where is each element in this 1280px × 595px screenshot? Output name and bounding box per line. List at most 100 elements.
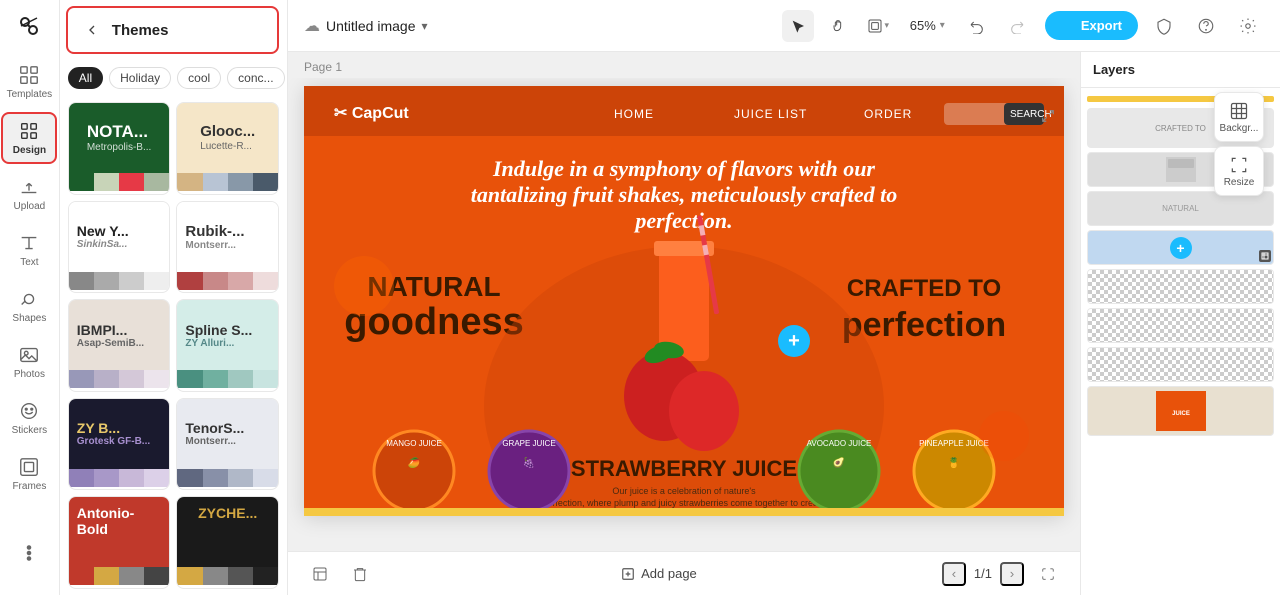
layer-item-3[interactable]: NATURAL bbox=[1087, 191, 1274, 226]
theme-card-glooc[interactable]: Glooc... Lucette-R... bbox=[176, 102, 279, 195]
theme-card-spline[interactable]: Spline S... ZY Alluri... bbox=[176, 299, 279, 392]
sidebar-item-shapes[interactable]: Shapes bbox=[1, 280, 57, 332]
page-navigation: ‹ 1/1 › bbox=[942, 562, 1024, 586]
svg-text:🥭: 🥭 bbox=[408, 456, 421, 469]
svg-text:CRAFTED TO: CRAFTED TO bbox=[847, 275, 1001, 302]
sidebar-label-photos: Photos bbox=[14, 369, 45, 380]
svg-text:JUICE LIST: JUICE LIST bbox=[734, 107, 807, 121]
back-button[interactable] bbox=[80, 18, 104, 42]
frame-tool-btn[interactable]: ▾ bbox=[862, 10, 894, 42]
prev-page-btn[interactable]: ‹ bbox=[942, 562, 966, 586]
svg-text:PINEAPPLE JUICE: PINEAPPLE JUICE bbox=[919, 439, 989, 448]
svg-text:Indulge in a symphony of flavo: Indulge in a symphony of flavors with ou… bbox=[492, 156, 875, 181]
theme-card-ibmpl[interactable]: IBMPI... Asap-SemiB... bbox=[68, 299, 171, 392]
layer-item-7[interactable] bbox=[1087, 347, 1274, 382]
app-logo[interactable] bbox=[11, 8, 47, 44]
shield-icon[interactable] bbox=[1148, 10, 1180, 42]
theme-card-newy[interactable]: New Y... SinkinSa... bbox=[68, 201, 171, 294]
sidebar-item-upload[interactable]: Upload bbox=[1, 168, 57, 220]
filter-all[interactable]: All bbox=[68, 67, 103, 89]
redo-btn[interactable] bbox=[1001, 10, 1033, 42]
layer-item-8[interactable]: JUICE bbox=[1087, 386, 1274, 436]
themes-filters: All Holiday cool conc... ▾ bbox=[60, 60, 287, 96]
svg-text:ORDER: ORDER bbox=[864, 107, 912, 121]
sidebar-item-frames[interactable]: Frames bbox=[1, 448, 57, 500]
add-page-label: Add page bbox=[641, 566, 697, 581]
settings-icon[interactable] bbox=[1232, 10, 1264, 42]
bottom-bar-center: Add page bbox=[388, 562, 930, 585]
topbar-tools: ▾ 65% ▾ bbox=[782, 10, 1033, 42]
fullscreen-icon[interactable] bbox=[1032, 558, 1064, 590]
svg-text:perfection.: perfection. bbox=[633, 208, 732, 233]
svg-text:perfection: perfection bbox=[842, 306, 1006, 344]
page-label: Page 1 bbox=[288, 52, 1080, 78]
background-tool-btn[interactable]: Backgr... bbox=[1214, 92, 1264, 142]
resize-tool-btn[interactable]: Resize bbox=[1214, 146, 1264, 196]
themes-header: Themes bbox=[66, 6, 279, 54]
bottom-bar-left bbox=[304, 558, 376, 590]
theme-card-zy[interactable]: ZY B... Grotesk GF-B... bbox=[68, 398, 171, 491]
help-icon[interactable] bbox=[1190, 10, 1222, 42]
filter-holiday[interactable]: Holiday bbox=[109, 67, 171, 89]
svg-text:AVOCADO JUICE: AVOCADO JUICE bbox=[807, 439, 872, 448]
sidebar-label-shapes: Shapes bbox=[12, 313, 46, 324]
canvas-scroll[interactable]: ✂ CapCut HOME JUICE LIST ORDER SEARCH In… bbox=[288, 78, 1080, 551]
svg-text:STRAWBERRY JUICE: STRAWBERRY JUICE bbox=[571, 456, 797, 481]
svg-text:+: + bbox=[788, 330, 800, 352]
zoom-control[interactable]: 65% ▾ bbox=[902, 14, 953, 37]
bottom-page-icon[interactable] bbox=[304, 558, 336, 590]
title-chevron-icon[interactable]: ▾ bbox=[422, 19, 428, 33]
theme-card-zyche[interactable]: ZYCHE... bbox=[176, 496, 279, 589]
document-title[interactable]: Untitled image bbox=[326, 18, 416, 34]
sidebar-label-templates: Templates bbox=[7, 89, 53, 100]
theme-card-antonio[interactable]: Antonio-Bold bbox=[68, 496, 171, 589]
hand-tool-btn[interactable] bbox=[822, 10, 854, 42]
filter-concept[interactable]: conc... bbox=[227, 67, 284, 89]
juice-poster-image: ✂ CapCut HOME JUICE LIST ORDER SEARCH In… bbox=[304, 86, 1064, 516]
layer-item-5[interactable] bbox=[1087, 269, 1274, 304]
zyche-label: ZYCHE... bbox=[198, 505, 257, 521]
zoom-chevron-icon: ▾ bbox=[940, 20, 945, 31]
main-area: ☁ Untitled image ▾ bbox=[288, 0, 1280, 595]
sidebar-item-text[interactable]: Text bbox=[1, 224, 57, 276]
next-page-btn[interactable]: › bbox=[1000, 562, 1024, 586]
frame-tool-chevron: ▾ bbox=[885, 20, 890, 31]
svg-text:🥑: 🥑 bbox=[833, 456, 846, 469]
sidebar: Templates Design Upload Text Shapes bbox=[0, 0, 60, 595]
sidebar-item-templates[interactable]: Templates bbox=[1, 56, 57, 108]
export-button[interactable]: Export bbox=[1045, 11, 1138, 40]
sidebar-item-stickers[interactable]: Stickers bbox=[1, 392, 57, 444]
expand-canvas-icon[interactable] bbox=[1036, 104, 1060, 128]
sidebar-item-photos[interactable]: Photos bbox=[1, 336, 57, 388]
bottom-delete-icon[interactable] bbox=[344, 558, 376, 590]
topbar-title-area: ☁ Untitled image ▾ bbox=[304, 16, 770, 36]
svg-text:perfection, where plump and ju: perfection, where plump and juicy strawb… bbox=[542, 498, 825, 508]
undo-btn[interactable] bbox=[961, 10, 993, 42]
layers-header: Layers bbox=[1081, 52, 1280, 88]
canvas-float-tools: Backgr... Resize bbox=[1214, 92, 1264, 196]
svg-text:✂ CapCut: ✂ CapCut bbox=[334, 105, 409, 122]
filter-cool[interactable]: cool bbox=[177, 67, 221, 89]
bottom-bar: Add page ‹ 1/1 › bbox=[288, 551, 1080, 595]
sidebar-item-design[interactable]: Design bbox=[1, 112, 57, 164]
sidebar-label-stickers: Stickers bbox=[12, 425, 48, 436]
svg-text:tantalizing fruit shakes, meti: tantalizing fruit shakes, meticulously c… bbox=[471, 182, 898, 207]
svg-text:🍇: 🍇 bbox=[523, 456, 535, 469]
theme-card-rubik[interactable]: Rubik-... Montserr... bbox=[176, 201, 279, 294]
svg-text:HOME: HOME bbox=[614, 107, 654, 121]
sidebar-label-design: Design bbox=[13, 145, 46, 156]
add-page-button[interactable]: Add page bbox=[613, 562, 705, 585]
theme-card-tenor[interactable]: TenorS... Montserr... bbox=[176, 398, 279, 491]
layer-item-6[interactable] bbox=[1087, 308, 1274, 343]
svg-text:🍍: 🍍 bbox=[948, 456, 960, 469]
layer-item-4[interactable]: + bbox=[1087, 230, 1274, 265]
theme-card-nota[interactable]: NOTA... Metropolis-B... bbox=[68, 102, 171, 195]
svg-text:JUICE: JUICE bbox=[1172, 411, 1190, 417]
select-tool-btn[interactable] bbox=[782, 10, 814, 42]
export-label: Export bbox=[1081, 18, 1122, 33]
resize-label: Resize bbox=[1224, 177, 1255, 188]
sidebar-more-btn[interactable] bbox=[1, 527, 57, 579]
antonio-label: Antonio-Bold bbox=[77, 505, 162, 537]
canvas-wrapper: ✂ CapCut HOME JUICE LIST ORDER SEARCH In… bbox=[304, 86, 1064, 516]
cloud-icon: ☁ bbox=[304, 16, 320, 36]
